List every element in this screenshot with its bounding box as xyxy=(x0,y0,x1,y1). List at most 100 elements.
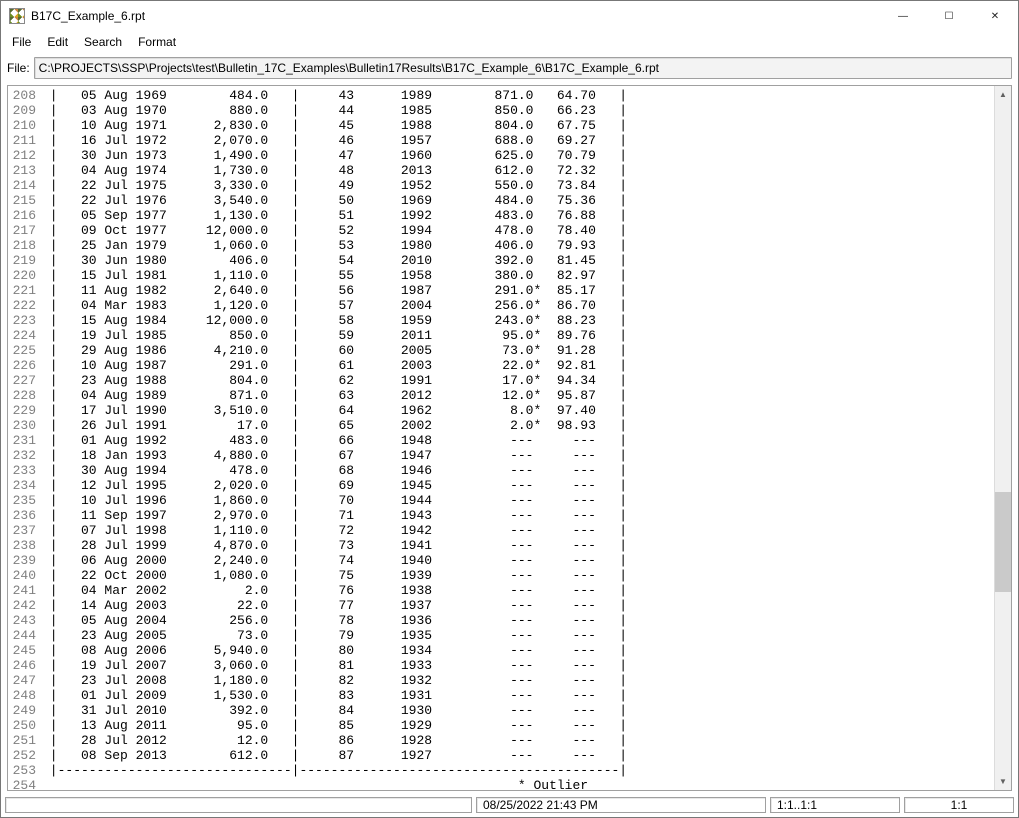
line-number: 225 xyxy=(8,343,40,358)
line-number: 243 xyxy=(8,613,40,628)
editor-line[interactable]: 216 | 05 Sep 1977 1,130.0 | 51 1992 483.… xyxy=(8,208,994,223)
line-text: | 29 Aug 1986 4,210.0 | 60 2005 73.0* 91… xyxy=(40,343,994,358)
editor-line[interactable]: 238 | 28 Jul 1999 4,870.0 | 73 1941 --- … xyxy=(8,538,994,553)
close-button[interactable]: ✕ xyxy=(972,1,1018,31)
editor-line[interactable]: 231 | 01 Aug 1992 483.0 | 66 1948 --- --… xyxy=(8,433,994,448)
editor-line[interactable]: 249 | 31 Jul 2010 392.0 | 84 1930 --- --… xyxy=(8,703,994,718)
line-text: | 04 Mar 1983 1,120.0 | 57 2004 256.0* 8… xyxy=(40,298,994,313)
line-number: 240 xyxy=(8,568,40,583)
editor-line[interactable]: 215 | 22 Jul 1976 3,540.0 | 50 1969 484.… xyxy=(8,193,994,208)
editor-line[interactable]: 210 | 10 Aug 1971 2,830.0 | 45 1988 804.… xyxy=(8,118,994,133)
scroll-down-button[interactable]: ▼ xyxy=(995,773,1011,790)
editor-line[interactable]: 232 | 18 Jan 1993 4,880.0 | 67 1947 --- … xyxy=(8,448,994,463)
line-number: 236 xyxy=(8,508,40,523)
editor-line[interactable]: 208 | 05 Aug 1969 484.0 | 43 1989 871.0 … xyxy=(8,88,994,103)
editor-line[interactable]: 233 | 30 Aug 1994 478.0 | 68 1946 --- --… xyxy=(8,463,994,478)
editor-line[interactable]: 213 | 04 Aug 1974 1,730.0 | 48 2013 612.… xyxy=(8,163,994,178)
chevron-down-icon: ▼ xyxy=(999,777,1007,786)
line-number: 244 xyxy=(8,628,40,643)
app-icon xyxy=(9,8,25,24)
line-text: | 31 Jul 2010 392.0 | 84 1930 --- --- | xyxy=(40,703,994,718)
editor-line[interactable]: 214 | 22 Jul 1975 3,330.0 | 49 1952 550.… xyxy=(8,178,994,193)
editor-line[interactable]: 235 | 10 Jul 1996 1,860.0 | 70 1944 --- … xyxy=(8,493,994,508)
editor-line[interactable]: 237 | 07 Jul 1998 1,110.0 | 72 1942 --- … xyxy=(8,523,994,538)
editor-line[interactable]: 248 | 01 Jul 2009 1,530.0 | 83 1931 --- … xyxy=(8,688,994,703)
line-text: | 07 Jul 1998 1,110.0 | 72 1942 --- --- … xyxy=(40,523,994,538)
menu-edit[interactable]: Edit xyxy=(40,33,75,51)
line-number: 228 xyxy=(8,388,40,403)
file-label: File: xyxy=(7,61,30,75)
line-number: 213 xyxy=(8,163,40,178)
menu-format[interactable]: Format xyxy=(131,33,183,51)
editor-line[interactable]: 229 | 17 Jul 1990 3,510.0 | 64 1962 8.0*… xyxy=(8,403,994,418)
editor-line[interactable]: 239 | 06 Aug 2000 2,240.0 | 74 1940 --- … xyxy=(8,553,994,568)
editor-line[interactable]: 242 | 14 Aug 2003 22.0 | 77 1937 --- ---… xyxy=(8,598,994,613)
line-number: 252 xyxy=(8,748,40,763)
editor-line[interactable]: 224 | 19 Jul 1985 850.0 | 59 2011 95.0* … xyxy=(8,328,994,343)
line-text: | 05 Aug 2004 256.0 | 78 1936 --- --- | xyxy=(40,613,994,628)
line-number: 250 xyxy=(8,718,40,733)
editor-body[interactable]: 208 | 05 Aug 1969 484.0 | 43 1989 871.0 … xyxy=(8,86,994,790)
line-number: 219 xyxy=(8,253,40,268)
line-number: 214 xyxy=(8,178,40,193)
editor-line[interactable]: 228 | 04 Aug 1989 871.0 | 63 2012 12.0* … xyxy=(8,388,994,403)
editor-line[interactable]: 223 | 15 Aug 1984 12,000.0 | 58 1959 243… xyxy=(8,313,994,328)
editor-line[interactable]: 240 | 22 Oct 2000 1,080.0 | 75 1939 --- … xyxy=(8,568,994,583)
editor-line[interactable]: 234 | 12 Jul 1995 2,020.0 | 69 1945 --- … xyxy=(8,478,994,493)
editor-line[interactable]: 245 | 08 Aug 2006 5,940.0 | 80 1934 --- … xyxy=(8,643,994,658)
editor-line[interactable]: 250 | 13 Aug 2011 95.0 | 85 1929 --- ---… xyxy=(8,718,994,733)
editor-line[interactable]: 246 | 19 Jul 2007 3,060.0 | 81 1933 --- … xyxy=(8,658,994,673)
editor-line[interactable]: 236 | 11 Sep 1997 2,970.0 | 71 1943 --- … xyxy=(8,508,994,523)
editor-line[interactable]: 241 | 04 Mar 2002 2.0 | 76 1938 --- --- … xyxy=(8,583,994,598)
line-text: | 06 Aug 2000 2,240.0 | 74 1940 --- --- … xyxy=(40,553,994,568)
titlebar[interactable]: B17C_Example_6.rpt — ☐ ✕ xyxy=(1,1,1018,31)
menu-file[interactable]: File xyxy=(5,33,38,51)
editor-line[interactable]: 251 | 28 Jul 2012 12.0 | 86 1928 --- ---… xyxy=(8,733,994,748)
editor-line[interactable]: 218 | 25 Jan 1979 1,060.0 | 53 1980 406.… xyxy=(8,238,994,253)
editor-line[interactable]: 252 | 08 Sep 2013 612.0 | 87 1927 --- --… xyxy=(8,748,994,763)
line-number: 246 xyxy=(8,658,40,673)
editor-line[interactable]: 253 |------------------------------|----… xyxy=(8,763,994,778)
status-position: 1:1..1:1 xyxy=(770,797,900,813)
scroll-up-button[interactable]: ▲ xyxy=(995,86,1011,103)
line-number: 211 xyxy=(8,133,40,148)
editor-line[interactable]: 254 * Outlier xyxy=(8,778,994,790)
editor-line[interactable]: 220 | 15 Jul 1981 1,110.0 | 55 1958 380.… xyxy=(8,268,994,283)
editor-line[interactable]: 212 | 30 Jun 1973 1,490.0 | 47 1960 625.… xyxy=(8,148,994,163)
editor-line[interactable]: 219 | 30 Jun 1980 406.0 | 54 2010 392.0 … xyxy=(8,253,994,268)
app-window: B17C_Example_6.rpt — ☐ ✕ File Edit Searc… xyxy=(0,0,1019,818)
line-number: 216 xyxy=(8,208,40,223)
editor-line[interactable]: 226 | 10 Aug 1987 291.0 | 61 2003 22.0* … xyxy=(8,358,994,373)
line-text: | 26 Jul 1991 17.0 | 65 2002 2.0* 98.93 … xyxy=(40,418,994,433)
scroll-track[interactable] xyxy=(995,103,1011,773)
editor-line[interactable]: 211 | 16 Jul 1972 2,070.0 | 46 1957 688.… xyxy=(8,133,994,148)
status-date: 08/25/2022 21:43 PM xyxy=(476,797,766,813)
editor-line[interactable]: 230 | 26 Jul 1991 17.0 | 65 2002 2.0* 98… xyxy=(8,418,994,433)
line-number: 235 xyxy=(8,493,40,508)
line-text: | 01 Jul 2009 1,530.0 | 83 1931 --- --- … xyxy=(40,688,994,703)
line-text: | 12 Jul 1995 2,020.0 | 69 1945 --- --- … xyxy=(40,478,994,493)
editor-line[interactable]: 221 | 11 Aug 1982 2,640.0 | 56 1987 291.… xyxy=(8,283,994,298)
editor-line[interactable]: 222 | 04 Mar 1983 1,120.0 | 57 2004 256.… xyxy=(8,298,994,313)
vertical-scrollbar[interactable]: ▲ ▼ xyxy=(994,86,1011,790)
line-number: 215 xyxy=(8,193,40,208)
line-number: 212 xyxy=(8,148,40,163)
editor-line[interactable]: 209 | 03 Aug 1970 880.0 | 44 1985 850.0 … xyxy=(8,103,994,118)
minimize-button[interactable]: — xyxy=(880,1,926,31)
line-text: | 28 Jul 1999 4,870.0 | 73 1941 --- --- … xyxy=(40,538,994,553)
editor-line[interactable]: 247 | 23 Jul 2008 1,180.0 | 82 1932 --- … xyxy=(8,673,994,688)
maximize-button[interactable]: ☐ xyxy=(926,1,972,31)
menu-search[interactable]: Search xyxy=(77,33,129,51)
editor-line[interactable]: 227 | 23 Aug 1988 804.0 | 62 1991 17.0* … xyxy=(8,373,994,388)
scroll-thumb[interactable] xyxy=(995,492,1011,593)
line-text: | 08 Aug 2006 5,940.0 | 80 1934 --- --- … xyxy=(40,643,994,658)
editor-line[interactable]: 217 | 09 Oct 1977 12,000.0 | 52 1994 478… xyxy=(8,223,994,238)
line-number: 233 xyxy=(8,463,40,478)
file-path-field[interactable]: C:\PROJECTS\SSP\Projects\test\Bulletin_1… xyxy=(34,57,1012,79)
line-number: 230 xyxy=(8,418,40,433)
editor-line[interactable]: 244 | 23 Aug 2005 73.0 | 79 1935 --- ---… xyxy=(8,628,994,643)
line-number: 221 xyxy=(8,283,40,298)
editor-line[interactable]: 225 | 29 Aug 1986 4,210.0 | 60 2005 73.0… xyxy=(8,343,994,358)
line-number: 218 xyxy=(8,238,40,253)
editor-line[interactable]: 243 | 05 Aug 2004 256.0 | 78 1936 --- --… xyxy=(8,613,994,628)
